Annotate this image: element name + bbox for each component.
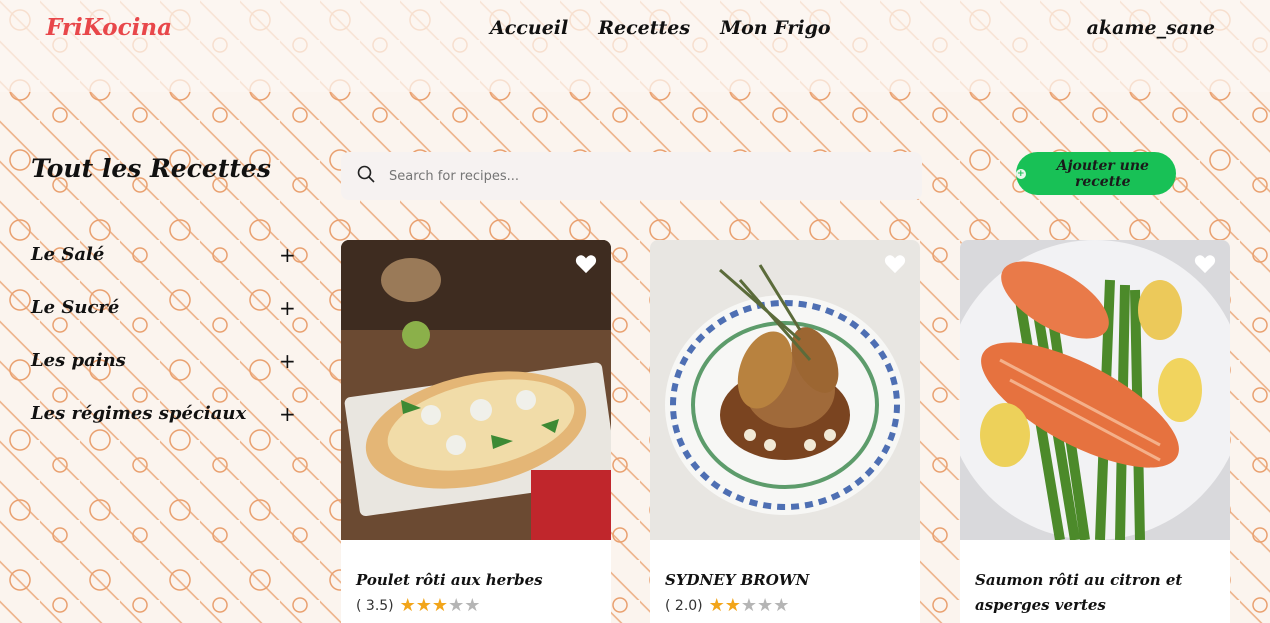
category-item-regimes[interactable]: Les régimes spéciaux +: [31, 387, 296, 440]
recipe-card[interactable]: Saumon rôti au citron et asperges vertes: [960, 240, 1230, 623]
user-name[interactable]: akame_sane: [1087, 17, 1215, 39]
rating-value: ( 3.5): [356, 597, 394, 614]
plus-icon[interactable]: +: [279, 402, 296, 426]
recipe-card[interactable]: SYDNEY BROWN ( 2.0) ★★★★★: [650, 240, 920, 623]
favorite-heart-icon[interactable]: [884, 254, 906, 278]
rating-value: ( 2.0): [665, 597, 703, 614]
logo[interactable]: FriKocina: [46, 14, 172, 41]
nav-accueil[interactable]: Accueil: [490, 17, 568, 39]
top-navbar: [0, 0, 1270, 92]
add-recipe-label: Ajouter une recette: [1056, 157, 1149, 190]
star-rating-icon: ★★★★★: [399, 595, 481, 616]
add-recipe-button[interactable]: + Ajouter une recette: [1016, 152, 1176, 195]
plus-icon[interactable]: +: [279, 296, 296, 320]
search-icon: [357, 165, 375, 187]
recipe-rating: ( 3.5) ★★★★★: [341, 593, 611, 618]
category-label: Les régimes spéciaux: [31, 403, 247, 424]
recipe-card[interactable]: Poulet rôti aux herbes ( 3.5) ★★★★★: [341, 240, 611, 623]
category-item-sucre[interactable]: Le Sucré +: [31, 281, 296, 334]
recipe-image[interactable]: [650, 240, 920, 540]
recipe-image[interactable]: [341, 240, 611, 540]
category-item-pains[interactable]: Les pains +: [31, 334, 296, 387]
recipe-rating: ( 2.0) ★★★★★: [650, 593, 920, 618]
recipe-name[interactable]: SYDNEY BROWN: [650, 540, 920, 593]
star-rating-icon: ★★★★★: [708, 595, 790, 616]
category-label: Le Salé: [31, 244, 105, 265]
main-nav: Accueil Recettes Mon Frigo: [490, 17, 831, 39]
plus-icon: +: [1016, 168, 1026, 179]
category-label: Les pains: [31, 350, 126, 371]
search-bar: [341, 152, 922, 200]
nav-recettes[interactable]: Recettes: [598, 17, 690, 39]
category-label: Le Sucré: [31, 297, 120, 318]
category-list: Le Salé + Le Sucré + Les pains + Les rég…: [31, 228, 296, 440]
search-input[interactable]: [389, 168, 869, 184]
plus-icon[interactable]: +: [279, 349, 296, 373]
recipe-name[interactable]: Saumon rôti au citron et asperges vertes: [960, 540, 1230, 618]
plus-icon[interactable]: +: [279, 243, 296, 267]
category-item-sale[interactable]: Le Salé +: [31, 228, 296, 281]
favorite-heart-icon[interactable]: [1194, 254, 1216, 278]
recipe-name[interactable]: Poulet rôti aux herbes: [341, 540, 611, 593]
favorite-heart-icon[interactable]: [575, 254, 597, 278]
page-title: Tout les Recettes: [31, 154, 271, 183]
nav-mon-frigo[interactable]: Mon Frigo: [720, 17, 830, 39]
recipe-image[interactable]: [960, 240, 1230, 541]
